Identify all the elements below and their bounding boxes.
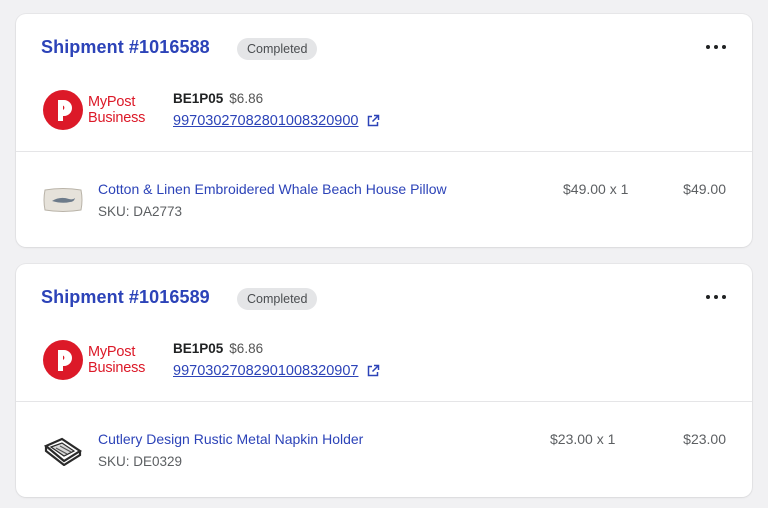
shipment-title[interactable]: Shipment #1016589 bbox=[41, 287, 210, 308]
line-item: Cutlery Design Rustic Metal Napkin Holde… bbox=[16, 402, 752, 497]
service-line: BE1P05 $6.86 bbox=[173, 91, 263, 106]
shipment-card: Shipment #1016588 Completed MyPost Busin… bbox=[16, 14, 752, 247]
tracking-link[interactable]: 99703027082901008320907 bbox=[173, 363, 380, 379]
tracking-number[interactable]: 99703027082901008320907 bbox=[173, 363, 358, 379]
pillow-thumbnail bbox=[43, 188, 83, 212]
item-total: $23.00 bbox=[683, 431, 726, 447]
carrier-logo: MyPost Business bbox=[43, 340, 155, 382]
more-dot-icon bbox=[722, 295, 726, 299]
item-name-link[interactable]: Cotton & Linen Embroidered Whale Beach H… bbox=[98, 181, 447, 197]
shipping-price: $6.86 bbox=[229, 91, 264, 106]
shipment-title[interactable]: Shipment #1016588 bbox=[41, 37, 210, 58]
logo-line-1: MyPost bbox=[88, 94, 136, 110]
more-dot-icon bbox=[706, 45, 710, 49]
mypost-logo-icon bbox=[43, 90, 83, 130]
tracking-number[interactable]: 99703027082801008320900 bbox=[173, 113, 358, 129]
more-actions-button[interactable] bbox=[706, 40, 726, 54]
more-dot-icon bbox=[706, 295, 710, 299]
service-code: BE1P05 bbox=[173, 341, 224, 356]
shipment-header: Shipment #1016588 Completed MyPost Busin… bbox=[16, 14, 752, 151]
more-dot-icon bbox=[714, 45, 718, 49]
item-unit-price-qty: $49.00 x 1 bbox=[563, 181, 629, 197]
external-link-icon[interactable] bbox=[366, 364, 380, 378]
service-code: BE1P05 bbox=[173, 91, 224, 106]
status-badge: Completed bbox=[237, 288, 318, 310]
more-dot-icon bbox=[714, 295, 718, 299]
external-link-icon[interactable] bbox=[366, 114, 380, 128]
carrier-logo-text: MyPost Business bbox=[88, 94, 145, 126]
line-item: Cotton & Linen Embroidered Whale Beach H… bbox=[16, 152, 752, 247]
logo-line-1: MyPost bbox=[88, 344, 136, 360]
napkin-holder-thumbnail bbox=[43, 437, 83, 466]
more-dot-icon bbox=[722, 45, 726, 49]
more-actions-button[interactable] bbox=[706, 290, 726, 304]
tracking-link[interactable]: 99703027082801008320900 bbox=[173, 113, 380, 129]
shipping-price: $6.86 bbox=[229, 341, 264, 356]
item-sku: SKU: DE0329 bbox=[98, 454, 183, 469]
service-line: BE1P05 $6.86 bbox=[173, 341, 263, 356]
item-total: $49.00 bbox=[683, 181, 726, 197]
shipment-card: Shipment #1016589 Completed MyPost Busin… bbox=[16, 264, 752, 497]
carrier-logo-text: MyPost Business bbox=[88, 344, 145, 376]
mypost-logo-icon bbox=[43, 340, 83, 380]
carrier-logo: MyPost Business bbox=[43, 90, 155, 132]
item-name-link[interactable]: Cutlery Design Rustic Metal Napkin Holde… bbox=[98, 431, 363, 447]
logo-line-2: Business bbox=[88, 360, 146, 376]
item-unit-price-qty: $23.00 x 1 bbox=[550, 431, 616, 447]
item-sku: SKU: DA2773 bbox=[98, 204, 183, 219]
shipment-header: Shipment #1016589 Completed MyPost Busin… bbox=[16, 264, 752, 401]
logo-line-2: Business bbox=[88, 110, 146, 126]
status-badge: Completed bbox=[237, 38, 318, 60]
